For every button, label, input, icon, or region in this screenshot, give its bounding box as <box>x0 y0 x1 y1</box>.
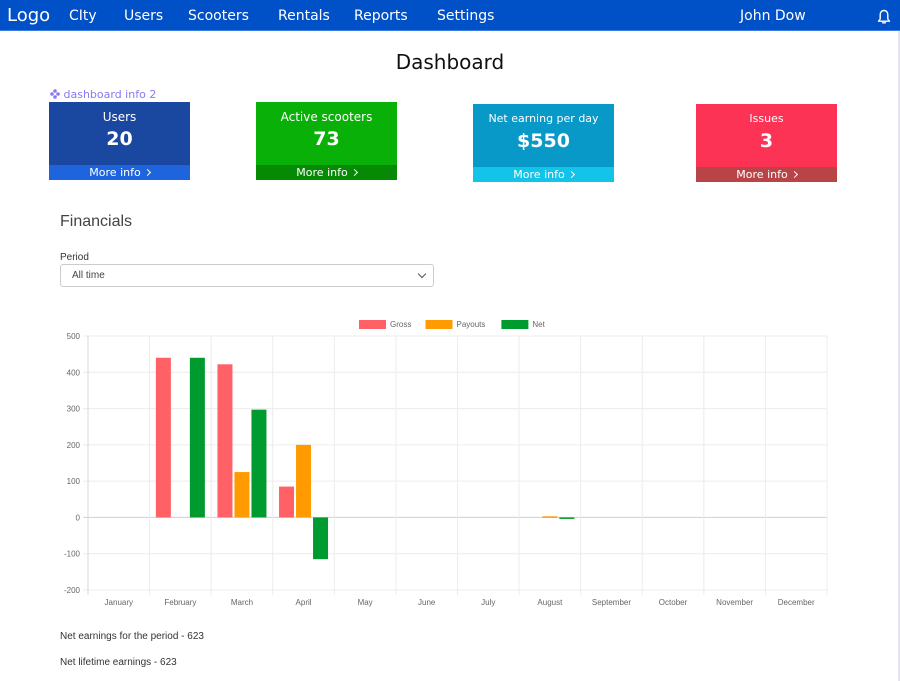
more-info-label: More info <box>513 168 565 181</box>
chevron-right-icon <box>350 168 358 177</box>
nav-item-reports[interactable]: Reports <box>354 8 408 24</box>
period-select[interactable]: All time <box>60 264 434 287</box>
bar-payouts <box>296 444 312 518</box>
nav-item-scooters[interactable]: Scooters <box>188 8 249 24</box>
bar-gross <box>155 357 171 518</box>
nav-item-users[interactable]: Users <box>124 8 163 24</box>
bar-net <box>559 517 575 519</box>
chevron-right-icon <box>790 170 798 179</box>
logo[interactable]: Logo <box>7 5 50 26</box>
card-active-scooters: Active scooters 73 More info <box>256 102 397 180</box>
nav-item-city[interactable]: CIty <box>69 8 97 24</box>
bar-gross <box>217 364 233 518</box>
card-label: Active scooters <box>280 110 373 124</box>
x-tick-label: December <box>778 598 815 607</box>
card-label: Net earning per day <box>488 112 599 125</box>
y-tick-label: 200 <box>67 441 81 450</box>
period-selected-value: All time <box>72 270 105 281</box>
more-info-button[interactable]: More info <box>696 167 837 182</box>
y-tick-label: -100 <box>64 550 81 559</box>
bar-net <box>251 409 267 518</box>
more-info-label: More info <box>296 166 348 179</box>
nav-item-rentals[interactable]: Rentals <box>278 8 330 24</box>
y-tick-label: 100 <box>67 477 81 486</box>
bell-icon[interactable] <box>877 9 891 25</box>
more-info-button[interactable]: More info <box>49 165 190 180</box>
y-tick-label: 400 <box>67 368 81 377</box>
legend-swatch-payouts <box>425 320 453 329</box>
user-menu[interactable]: John Dow <box>740 8 806 24</box>
y-tick-label: 300 <box>67 405 81 414</box>
y-tick-label: 500 <box>67 332 81 341</box>
x-tick-label: March <box>231 598 253 607</box>
dashboard-info-link[interactable]: dashboard info 2 <box>50 88 156 101</box>
chevron-down-icon <box>417 269 427 279</box>
dashboard-info-text: dashboard info 2 <box>63 88 157 101</box>
financials-chart: 500 400 300 200 100 0 -100 -200 January February M… <box>50 312 840 612</box>
x-tick-label: April <box>296 598 312 607</box>
bar-payouts <box>542 516 558 518</box>
page-title: Dashboard <box>395 50 505 74</box>
period-label: Period <box>60 252 89 263</box>
legend-label-gross: Gross <box>390 320 411 329</box>
card-net-earning: Net earning per day $550 More info <box>473 104 614 182</box>
bar-payouts <box>234 472 250 518</box>
x-tick-label: February <box>164 598 196 607</box>
x-tick-label: September <box>592 598 631 607</box>
legend-label-payouts: Payouts <box>457 320 486 329</box>
bar-gross <box>279 486 295 518</box>
card-issues: Issues 3 More info <box>696 104 837 182</box>
y-tick-label: 0 <box>76 513 81 522</box>
y-tick-label: -200 <box>64 586 81 595</box>
bar-net <box>313 517 329 560</box>
bar-net <box>189 357 205 518</box>
x-tick-label: October <box>659 598 688 607</box>
more-info-button[interactable]: More info <box>256 165 397 180</box>
more-info-label: More info <box>89 166 141 179</box>
card-value: $550 <box>517 130 570 152</box>
card-label: Issues <box>749 112 784 125</box>
legend-swatch-net <box>501 320 529 329</box>
x-tick-label: July <box>481 598 495 607</box>
chart-svg: 500 400 300 200 100 0 -100 -200 January February M… <box>64 320 828 607</box>
legend-label-net: Net <box>532 320 545 329</box>
x-tick-label: January <box>105 598 133 607</box>
chevron-right-icon <box>567 170 575 179</box>
top-navbar: Logo CIty Users Scooters Rentals Reports… <box>0 0 900 31</box>
more-info-button[interactable]: More info <box>473 167 614 182</box>
more-info-label: More info <box>736 168 788 181</box>
legend-swatch-gross <box>359 320 386 329</box>
x-tick-label: May <box>358 598 373 607</box>
card-label: Users <box>102 110 137 124</box>
card-users: Users 20 More info <box>49 102 190 180</box>
chevron-right-icon <box>143 168 151 177</box>
net-earnings-period: Net earnings for the period - 623 <box>60 631 204 642</box>
card-value: 73 <box>313 128 340 150</box>
financials-title: Financials <box>60 213 133 230</box>
net-lifetime-earnings: Net lifetime earnings - 623 <box>60 657 177 668</box>
diamond-dots-icon <box>50 89 60 99</box>
card-value: 3 <box>759 130 774 152</box>
x-tick-label: August <box>537 598 563 607</box>
x-tick-label: November <box>716 598 753 607</box>
card-value: 20 <box>106 128 133 150</box>
x-tick-label: June <box>418 598 436 607</box>
nav-item-settings[interactable]: Settings <box>437 8 494 24</box>
